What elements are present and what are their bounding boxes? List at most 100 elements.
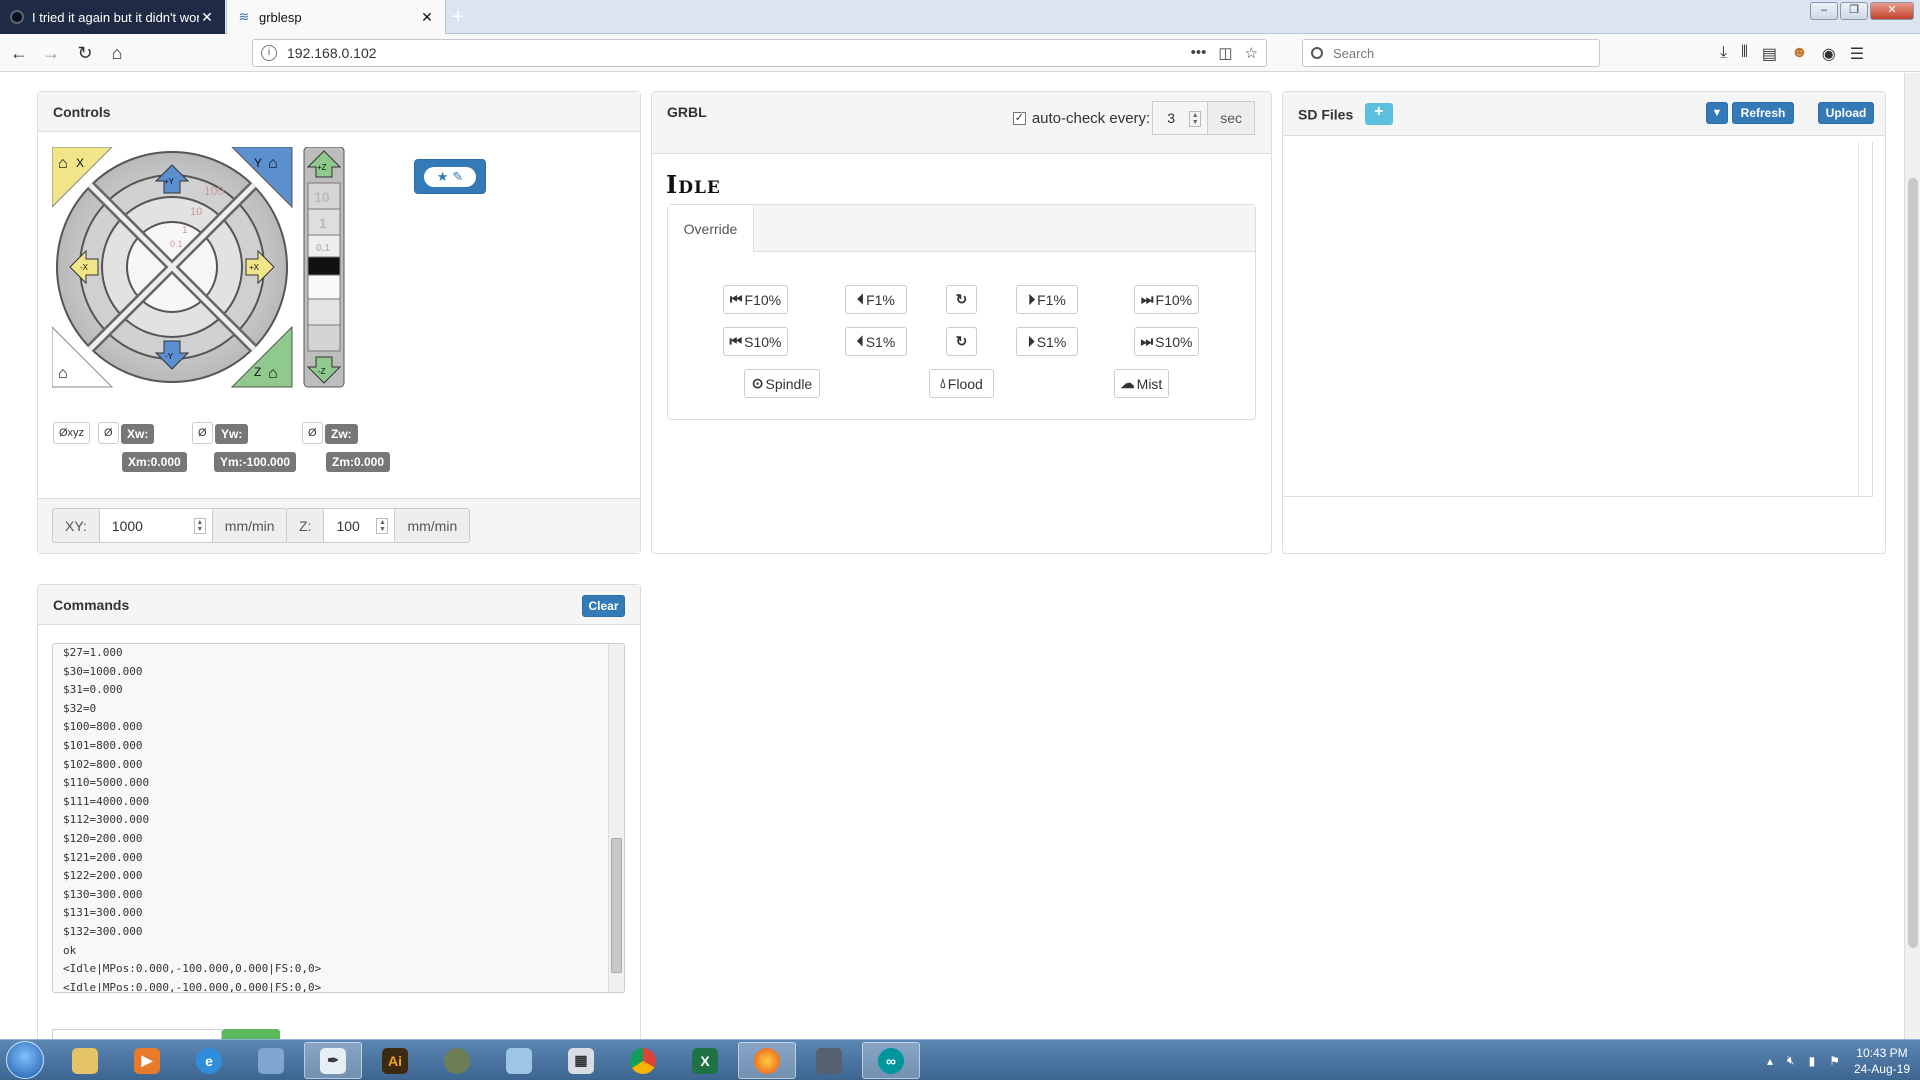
- command-input[interactable]: [52, 1029, 222, 1039]
- xy-feed-input[interactable]: 1000 ▲ ▼: [99, 508, 212, 543]
- command-log-scroll-thumb[interactable]: [611, 838, 622, 973]
- send-button[interactable]: [222, 1029, 280, 1039]
- tab-close-icon[interactable]: ✕: [199, 9, 215, 26]
- zero-y-button[interactable]: Ø: [192, 422, 213, 444]
- spindle-plus-1-button[interactable]: ⏵ S1%: [1016, 327, 1078, 356]
- taskbar-app4[interactable]: [800, 1042, 858, 1079]
- tab-close-icon[interactable]: ✕: [419, 9, 435, 26]
- download-icon[interactable]: ⤓: [1720, 44, 1727, 64]
- z-feed-input[interactable]: 100 ▲ ▼: [324, 508, 395, 543]
- taskbar-calculator[interactable]: ▦: [552, 1042, 610, 1079]
- autocheck-checkbox[interactable]: ✓: [1012, 111, 1026, 125]
- taskbar-excel[interactable]: X: [676, 1042, 734, 1079]
- system-clock[interactable]: 10:43 PM 24-Aug-19: [1854, 1045, 1910, 1077]
- taskbar-illustrator[interactable]: Ai: [366, 1042, 424, 1079]
- sidebar-icon[interactable]: ▤: [1762, 44, 1777, 64]
- tab-override[interactable]: Override: [668, 205, 754, 252]
- feed-plus-1-button[interactable]: ⏵ F1%: [1016, 285, 1078, 314]
- new-tab-icon[interactable]: +: [452, 6, 464, 29]
- taskbar-firefox[interactable]: [738, 1042, 796, 1079]
- restore-icon[interactable]: ❐: [1840, 2, 1868, 20]
- feed-plus-10-button[interactable]: ⏭ F10%: [1134, 285, 1199, 314]
- taskbar-app[interactable]: [242, 1042, 300, 1079]
- taskbar-inkscape[interactable]: ✒: [304, 1042, 362, 1079]
- spindle-minus-10-button[interactable]: ⏮ S10%: [723, 327, 788, 356]
- notes-icon: [506, 1047, 532, 1074]
- menu-icon[interactable]: ☰: [1850, 44, 1864, 64]
- spinner-icon[interactable]: ▲ ▼: [376, 518, 389, 534]
- taskbar-app3[interactable]: [490, 1042, 548, 1079]
- plus-y-label: +Y: [164, 177, 175, 186]
- close-window-icon[interactable]: ✕: [1870, 2, 1914, 20]
- clock-time: 10:43 PM: [1856, 1045, 1908, 1060]
- page-scrollbar[interactable]: [1904, 73, 1920, 1039]
- feed-minus-1-button[interactable]: ⏴ F1%: [845, 285, 907, 314]
- z-step-0-1-label: 0.1: [316, 243, 330, 254]
- spinner-icon[interactable]: ▲ ▼: [193, 518, 206, 534]
- sd-file-list[interactable]: [1283, 142, 1873, 497]
- network-icon[interactable]: ▮: [1809, 1054, 1816, 1068]
- clear-button[interactable]: Clear: [582, 595, 625, 617]
- info-icon[interactable]: i: [261, 45, 277, 61]
- z-step-bar[interactable]: [307, 298, 341, 326]
- override-tabs: Override: [668, 205, 1255, 252]
- filter-button[interactable]: ▼: [1706, 102, 1728, 124]
- autocheck-unit: sec: [1208, 101, 1255, 135]
- browser-tab-2[interactable]: ≋ grblesp ✕: [226, 0, 446, 34]
- windows-taskbar: ▶ e ✒ Ai ▦ X ∞ ▴ 🔇︎ ▮ ⚑ 10:43 PM 24-Aug-…: [0, 1039, 1920, 1080]
- spindle-toggle-button[interactable]: ⊙ Spindle: [744, 369, 820, 398]
- system-tray: ▴ 🔇︎ ▮ ⚑ 10:43 PM 24-Aug-19: [1767, 1040, 1910, 1080]
- zero-x-button[interactable]: Ø: [98, 422, 119, 444]
- volume-icon[interactable]: 🔇︎: [1787, 1053, 1795, 1068]
- upload-button[interactable]: Upload: [1818, 102, 1874, 124]
- taskbar-explorer[interactable]: [56, 1042, 114, 1079]
- tools-icon: [816, 1047, 842, 1074]
- sd-card-icon[interactable]: [1365, 103, 1394, 125]
- feed-reset-button[interactable]: ↻: [946, 285, 977, 314]
- taskbar-ie[interactable]: e: [180, 1042, 238, 1079]
- library-icon[interactable]: ⫴: [1741, 44, 1748, 64]
- pocket-icon[interactable]: ◫: [1218, 44, 1232, 62]
- page-scroll-thumb[interactable]: [1908, 178, 1918, 948]
- browser-tab-1[interactable]: I tried it again but it didn't worl ✕: [0, 0, 225, 34]
- mist-toggle-button[interactable]: ☁ Mist: [1114, 369, 1169, 398]
- spinner-icon[interactable]: ▲ ▼: [1189, 111, 1202, 127]
- back-icon[interactable]: ←: [8, 43, 30, 63]
- flag-icon[interactable]: ⚑: [1829, 1054, 1840, 1068]
- url-bar[interactable]: i 192.168.0.102 ••• ◫ ☆: [252, 39, 1267, 67]
- z-step-bar[interactable]: [307, 324, 341, 352]
- autocheck-interval-input[interactable]: 3 ▲ ▼: [1152, 101, 1209, 135]
- command-log-scrollbar[interactable]: [608, 644, 624, 992]
- xy-feed-unit: mm/min: [211, 508, 288, 543]
- start-button[interactable]: [6, 1041, 44, 1079]
- spindle-reset-button[interactable]: ↻: [946, 327, 977, 356]
- home-icon[interactable]: ⌂: [106, 43, 128, 63]
- feed-minus-10-button[interactable]: ⏮ F10%: [723, 285, 788, 314]
- sd-list-scrollbar[interactable]: [1858, 142, 1872, 496]
- taskbar-media[interactable]: ▶: [118, 1042, 176, 1079]
- taskbar-arduino[interactable]: ∞: [862, 1042, 920, 1079]
- macro-button[interactable]: ★ ✎: [414, 159, 486, 194]
- z-step-bar[interactable]: [307, 256, 341, 276]
- extension-icon[interactable]: ☻: [1791, 44, 1808, 64]
- minimize-icon[interactable]: –: [1810, 2, 1838, 20]
- command-log[interactable]: $27=1.000 $30=1000.000 $31=0.000 $32=0 $100=…: [52, 643, 625, 993]
- zero-y-label: Ø: [198, 427, 207, 439]
- spindle-plus-10-button[interactable]: ⏭ S10%: [1134, 327, 1199, 356]
- zero-xyz-button[interactable]: Øxyz: [53, 422, 91, 444]
- z-step-bar[interactable]: [307, 274, 341, 300]
- tray-expand-icon[interactable]: ▴: [1767, 1054, 1773, 1068]
- more-actions-icon[interactable]: •••: [1191, 44, 1207, 62]
- taskbar-app2[interactable]: [428, 1042, 486, 1079]
- zero-z-button[interactable]: Ø: [302, 422, 323, 444]
- search-input[interactable]: Search: [1302, 39, 1600, 67]
- flood-toggle-button[interactable]: 💧︎ Flood: [929, 369, 994, 398]
- refresh-button[interactable]: Refresh: [1732, 102, 1794, 124]
- account-icon[interactable]: ◉: [1822, 44, 1836, 64]
- bookmark-star-icon[interactable]: ☆: [1245, 44, 1258, 62]
- taskbar-chrome[interactable]: [614, 1042, 672, 1079]
- reload-icon[interactable]: ↻: [74, 43, 96, 63]
- spindle-minus-1-button[interactable]: ⏴ S1%: [845, 327, 907, 356]
- forward-icon[interactable]: →: [40, 43, 62, 63]
- command-line: <Idle|MPos:0.000,-100.000,0.000|FS:0,0>: [63, 962, 322, 976]
